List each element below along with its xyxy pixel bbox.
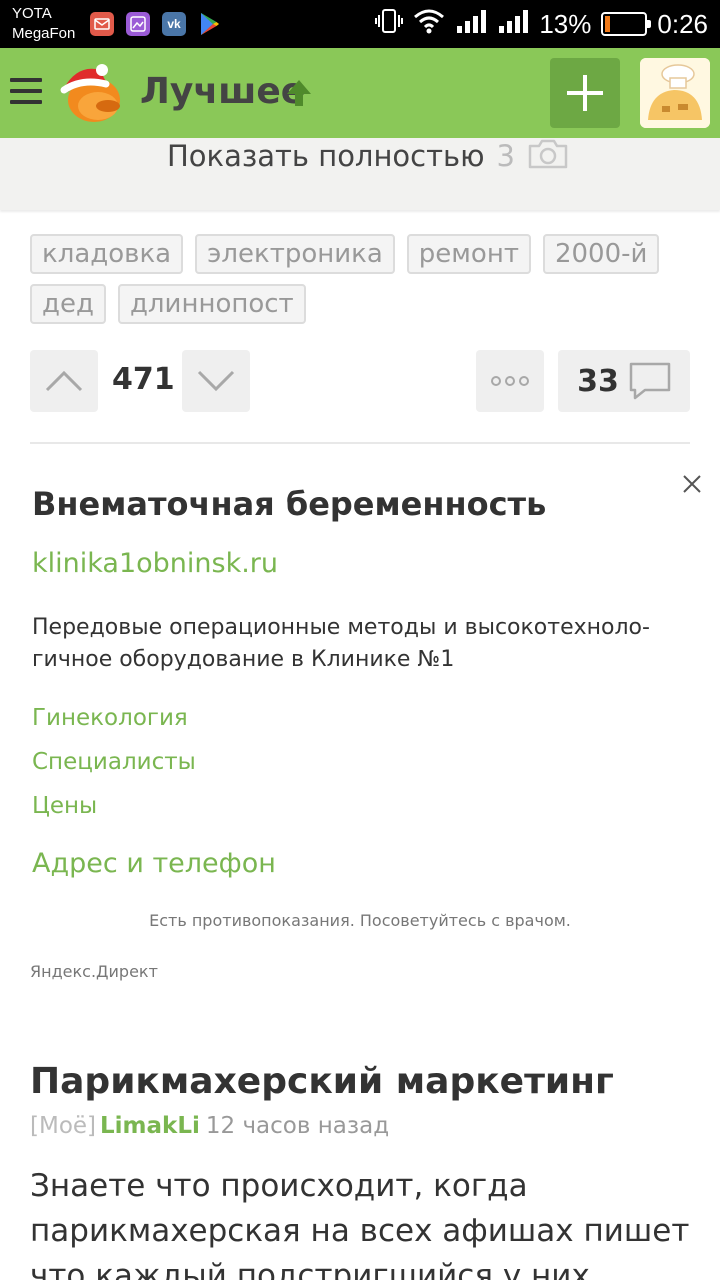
post-tag[interactable]: [Моё] [30,1113,96,1139]
mail-app-icon [90,12,114,36]
divider [30,442,690,444]
arrow-up-icon[interactable] [284,78,314,108]
menu-icon[interactable] [10,78,42,106]
show-full-strip: Показать полностью 3 [0,138,720,210]
tag-list: кладовка электроника ремонт 2000-й дед д… [30,234,690,324]
ad-warning: Есть противопоказания. Посоветуйтесь с в… [149,911,571,930]
pikabu-logo[interactable] [58,60,124,126]
user-avatar[interactable] [640,58,710,128]
post-time: 12 часов назад [205,1113,390,1139]
show-full-button[interactable]: Показать полностью 3 [167,138,569,174]
comments-button[interactable]: 33 [558,350,690,412]
chevron-down-icon [197,370,235,392]
battery-percent: 13% [539,8,592,39]
battery-level [605,16,611,32]
carrier-name-1: YOTA [12,5,52,22]
ad-source[interactable]: Яндекс.Директ [30,961,158,983]
notification-icons: vk [90,12,222,36]
gallery-app-icon [126,12,150,36]
vibrate-icon [375,8,404,41]
close-icon[interactable] [682,474,702,494]
tag[interactable]: длиннопост [117,284,306,324]
wifi-icon [413,8,445,41]
clock: 0:26 [657,8,708,39]
more-options-button[interactable] [476,350,544,412]
upvote-button[interactable] [30,350,98,412]
ad-address-link[interactable]: Адрес и телефон [32,846,276,882]
ad-sitelink[interactable]: Специалисты [32,747,196,777]
tag[interactable]: кладовка [30,234,184,274]
tag[interactable]: электроника [195,234,395,274]
plus-icon [567,75,603,111]
ad-sitelink[interactable]: Гинекология [32,703,188,733]
signal-icon-2 [497,8,529,41]
tag[interactable]: дед [30,284,106,324]
ad-domain-link[interactable]: klinika1obninsk.ru [32,546,278,582]
vk-app-icon: vk [162,12,186,36]
image-count: 3 [496,139,515,173]
battery-icon [601,12,652,36]
carrier-info: YOTA MegaFon [12,4,75,44]
comments-count: 33 [577,363,619,399]
camera-icon [527,138,569,174]
post-author[interactable]: LimakLi [100,1113,200,1139]
chevron-up-icon [45,370,83,392]
tag[interactable]: ремонт [406,234,531,274]
comment-bubble-icon [629,362,671,400]
more-dots-icon [491,376,529,386]
downvote-button[interactable] [182,350,250,412]
post-meta: [Моё] LimakLi 12 часов назад [30,1110,389,1142]
tag[interactable]: 2000-й [542,234,660,274]
status-bar: YOTA MegaFon vk 13% 0:26 [0,0,720,48]
post-title[interactable]: Парикмахерский маркетинг [30,1058,614,1106]
show-full-label: Показать полностью [167,139,485,173]
carrier-name-2: MegaFon [12,25,76,42]
page-title[interactable]: Лучшее [140,72,305,112]
ad-title[interactable]: Внематочная беременность [32,484,546,524]
play-store-icon [198,12,222,36]
status-right: 13% 0:26 [375,0,708,48]
add-post-button[interactable] [550,58,620,128]
signal-icon-1 [455,8,487,41]
post-body: Знаете что происходит, когда парикмахерс… [30,1168,690,1280]
post-rating: 471 [112,362,175,397]
ad-description: Передовые операционные методы и высокоте… [32,615,650,672]
app-header: Лучшее [0,48,720,138]
ad-sitelink[interactable]: Цены [32,791,97,821]
